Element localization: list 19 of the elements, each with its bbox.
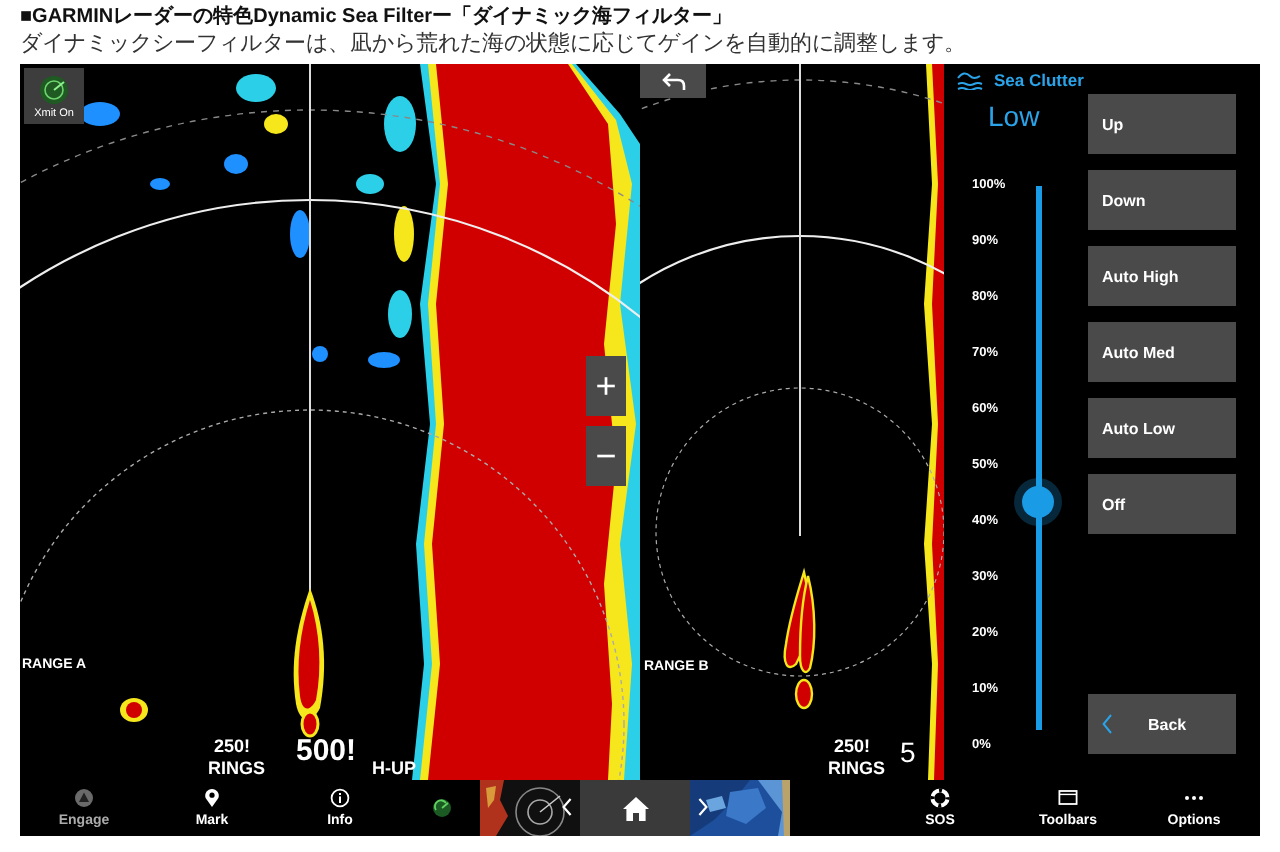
option-button[interactable]: Off [1088,474,1236,534]
ring-spacing-value: 250! [834,738,871,756]
back-button[interactable]: Back [1088,694,1236,754]
option-button[interactable]: Up [1088,94,1236,154]
article-description: ダイナミックシーフィルターは、凪から荒れた海の状態に応じてゲインを自動的に調整します。 [20,32,968,58]
panel-title: Sea Clutter [994,70,1084,90]
option-button[interactable]: Auto Low [1088,398,1236,458]
option-button[interactable]: Auto High [1088,246,1236,306]
clutter-mode-value: Low [988,100,1042,132]
option-button[interactable]: Auto Med [1088,322,1236,382]
rings-label: RINGS [828,760,886,778]
zoom-out-button[interactable]: − [586,426,626,486]
range-value: 5 [900,738,916,766]
rings-label: RINGS [208,760,266,778]
option-button[interactable]: Down [1088,170,1236,230]
article-heading: ■GARMINレーダーの特色Dynamic Sea Filterー「ダイナミック海フィルター」 [20,6,735,31]
zoom-in-button[interactable]: + [586,356,626,416]
ring-spacing-value: 250! [214,738,251,756]
range-value: 500! [296,736,357,766]
